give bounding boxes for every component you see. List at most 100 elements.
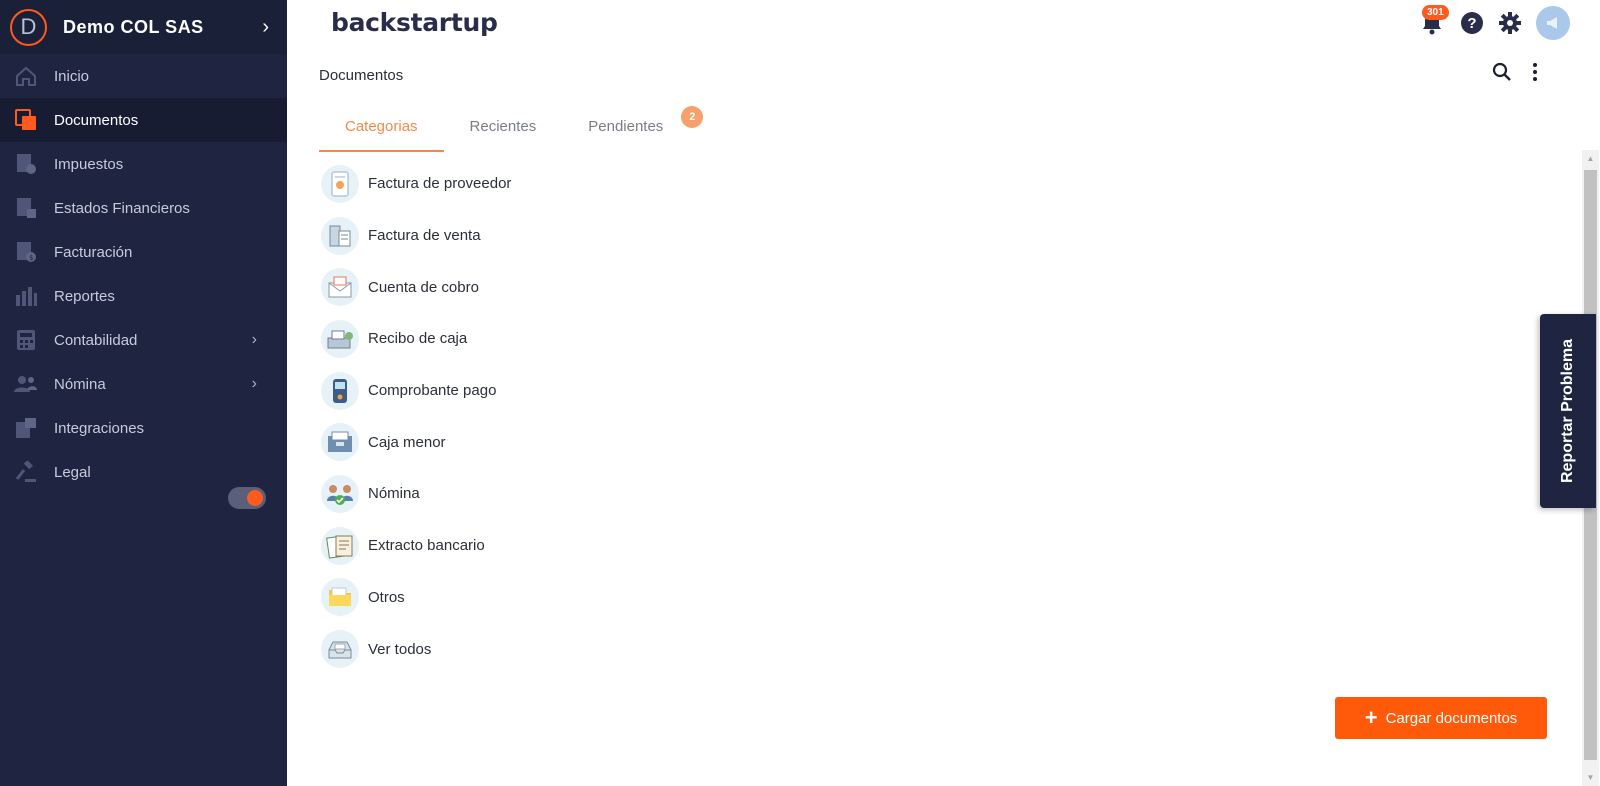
payroll-icon <box>14 372 38 396</box>
sidebar-item-impuestos[interactable]: Impuestos <box>0 142 287 186</box>
help-icon[interactable]: ? <box>1460 11 1484 35</box>
backstartup-logo: backstartup <box>331 8 498 37</box>
sidebar-item-label: Inicio <box>54 67 90 85</box>
category-label: Ver todos <box>368 640 432 658</box>
tab-label: Categorias <box>345 118 418 135</box>
bank-statement-icon <box>321 526 359 565</box>
category-comprobante-pago[interactable]: Comprobante pago <box>321 365 511 417</box>
sidebar-item-nomina[interactable]: Nómina › <box>0 362 287 406</box>
sales-invoice-icon <box>321 216 359 255</box>
chevron-right-icon[interactable]: › <box>262 16 269 39</box>
report-problem-label: Reportar Problema <box>1559 338 1577 484</box>
taxes-icon <box>14 152 38 176</box>
category-label: Factura de proveedor <box>368 175 512 193</box>
sidebar-item-label: Legal <box>54 463 91 481</box>
invoicing-icon: $ <box>14 240 38 264</box>
upload-documents-button[interactable]: + Cargar documentos <box>1335 697 1547 739</box>
company-logo: D <box>10 8 47 46</box>
document-tabs: Categorias Recientes Pendientes 2 <box>319 106 704 152</box>
tab-categorias[interactable]: Categorias <box>319 108 444 152</box>
sidebar-item-estados-financieros[interactable]: Estados Financieros <box>0 186 287 230</box>
reports-icon <box>14 284 38 308</box>
payroll-category-icon <box>321 474 359 513</box>
category-recibo-caja[interactable]: Recibo de caja <box>321 313 511 365</box>
chevron-right-icon: › <box>251 375 257 392</box>
sidebar-item-documentos[interactable]: Documentos <box>0 98 287 142</box>
category-factura-venta[interactable]: Factura de venta <box>321 210 511 262</box>
app-root: D Demo COL SAS › Inicio Documentos Impue… <box>0 0 1600 786</box>
category-extracto-bancario[interactable]: Extracto bancario <box>321 520 511 572</box>
category-label: Factura de venta <box>368 227 481 245</box>
search-icon[interactable] <box>1492 62 1512 82</box>
upload-documents-label: Cargar documentos <box>1385 709 1518 727</box>
sidebar: D Demo COL SAS › Inicio Documentos Impue… <box>0 0 287 786</box>
sidebar-item-label: Contabilidad <box>54 331 138 349</box>
report-problem-button[interactable]: Reportar Problema <box>1540 314 1596 508</box>
tab-label: Recientes <box>469 118 537 135</box>
sidebar-item-label: Facturación <box>54 243 133 261</box>
sidebar-nav: Inicio Documentos Impuestos Estados Fina… <box>0 54 287 494</box>
category-factura-proveedor[interactable]: Factura de proveedor <box>321 158 511 210</box>
sidebar-item-label: Integraciones <box>54 419 145 437</box>
chevron-right-icon: › <box>251 331 257 348</box>
tab-recientes[interactable]: Recientes <box>444 108 563 152</box>
sidebar-item-label: Estados Financieros <box>54 199 190 217</box>
svg-text:$: $ <box>29 254 33 262</box>
company-name: Demo COL SAS <box>63 16 204 37</box>
category-ver-todos[interactable]: Ver todos <box>321 623 511 675</box>
collection-account-icon <box>321 268 359 307</box>
category-label: Caja menor <box>368 433 446 451</box>
category-caja-menor[interactable]: Caja menor <box>321 416 511 468</box>
tab-label: Pendientes <box>588 118 664 135</box>
notifications-button[interactable]: 301 <box>1418 5 1449 37</box>
financial-statements-icon <box>14 196 38 220</box>
company-switcher[interactable]: D Demo COL SAS › <box>0 0 287 54</box>
category-nomina[interactable]: Nómina <box>321 468 511 520</box>
sidebar-item-facturacion[interactable]: $ Facturación <box>0 230 287 274</box>
scroll-down-arrow[interactable]: ▼ <box>1582 769 1599 786</box>
supplier-invoice-icon <box>321 164 359 203</box>
gear-icon[interactable] <box>1498 11 1522 35</box>
header-actions <box>1492 62 1538 82</box>
scroll-up-arrow[interactable]: ▲ <box>1582 150 1599 167</box>
toggle-knob <box>247 490 263 506</box>
sidebar-item-reportes[interactable]: Reportes <box>0 274 287 318</box>
payment-voucher-icon <box>321 371 359 410</box>
sidebar-item-label: Nómina <box>54 375 106 393</box>
sidebar-item-integraciones[interactable]: Integraciones <box>0 406 287 450</box>
category-label: Extracto bancario <box>368 537 485 555</box>
documents-icon <box>14 108 38 132</box>
theme-toggle[interactable] <box>228 487 266 509</box>
sidebar-item-label: Documentos <box>54 111 139 129</box>
legal-icon <box>14 460 38 484</box>
page-title: Documentos <box>319 67 404 84</box>
category-cuenta-cobro[interactable]: Cuenta de cobro <box>321 261 511 313</box>
cash-receipt-icon <box>321 319 359 358</box>
home-icon <box>14 64 38 88</box>
category-label: Nómina <box>368 485 420 503</box>
sidebar-item-inicio[interactable]: Inicio <box>0 54 287 98</box>
pending-count-badge: 2 <box>681 106 704 128</box>
more-vertical-icon[interactable] <box>1532 62 1538 82</box>
topbar-actions: 301 ? <box>1418 5 1570 40</box>
svg-text:?: ? <box>1467 15 1476 32</box>
sidebar-item-contabilidad[interactable]: Contabilidad › <box>0 318 287 362</box>
notification-count-badge: 301 <box>1422 5 1449 20</box>
category-label: Recibo de caja <box>368 330 468 348</box>
sidebar-item-label: Impuestos <box>54 155 124 173</box>
integrations-icon <box>14 416 38 440</box>
sidebar-item-label: Reportes <box>54 287 115 305</box>
category-label: Otros <box>368 588 405 606</box>
category-list: Factura de proveedor Factura de venta Cu… <box>321 158 511 675</box>
megaphone-icon <box>1547 17 1557 29</box>
avatar[interactable] <box>1536 6 1570 40</box>
inbox-tray-icon <box>321 630 359 669</box>
category-otros[interactable]: Otros <box>321 572 511 624</box>
tab-pendientes[interactable]: Pendientes 2 <box>562 106 704 152</box>
category-label: Comprobante pago <box>368 382 497 400</box>
petty-cash-icon <box>321 423 359 462</box>
category-label: Cuenta de cobro <box>368 278 479 296</box>
plus-icon: + <box>1364 705 1378 730</box>
folder-icon <box>321 578 359 617</box>
accounting-icon <box>14 328 38 352</box>
